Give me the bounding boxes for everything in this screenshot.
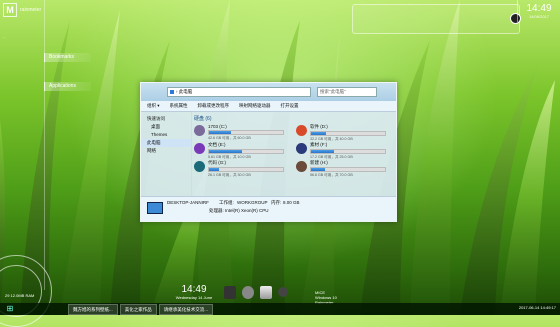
drive-usage-fill xyxy=(311,132,326,135)
drive-name: 文档 (E:) xyxy=(208,142,226,147)
skin-divider xyxy=(44,0,45,290)
drive-name: 软件 (D:) xyxy=(310,124,328,129)
drive-free-space: 26.1 GB 可用，共 30.0 GB xyxy=(208,173,251,177)
drive-grid: 1703 (C:) 42.6 GB 可用，共 60.0 GB 软件 (D:) 32.2… xyxy=(194,124,394,177)
command-bar: 组织 ▾ 系统属性 卸载或更改程序 映射网络驱动器 打开设置 xyxy=(141,101,396,112)
bookmarks-label: Bookmarks xyxy=(49,54,75,60)
pc-icon xyxy=(170,90,174,94)
search-input[interactable]: 搜索"此电脑" xyxy=(317,87,377,97)
tray-clock: 2017-06-14 14:49:17 xyxy=(518,305,556,310)
drive-icon xyxy=(194,161,205,172)
drive-usage-fill xyxy=(209,150,243,153)
left-skin-text: ... xyxy=(3,34,7,39)
drive-info: 新建 (H:) 56.6 GB 可用，共 70.0 GB xyxy=(310,160,386,177)
drive-info: 软件 (D:) 32.2 GB 可用，共 40.0 GB xyxy=(310,124,386,141)
navigation-pane: 快速访问 桌面 Themes 此电脑 网络 xyxy=(141,112,192,198)
nav-desktop[interactable]: 桌面 xyxy=(141,123,191,131)
nav-this-pc[interactable]: 此电脑 xyxy=(141,139,191,147)
dock-time: 14:49 xyxy=(181,283,207,295)
media-player-icon[interactable] xyxy=(278,287,288,297)
drive-tile[interactable]: 文档 (E:) 5.61 GB 可用，共 10.0 GB xyxy=(194,142,284,159)
drive-icon xyxy=(194,125,205,136)
top-widget xyxy=(352,4,521,34)
drive-usage-bar xyxy=(310,149,386,154)
nav-themes[interactable]: Themes xyxy=(141,131,191,139)
nav-quick-access[interactable]: 快速访问 xyxy=(141,115,191,123)
clock-date: 14/06/2017 xyxy=(528,14,550,19)
drive-tile[interactable]: 素材 (F:) 17.2 GB 可用，共 25.0 GB xyxy=(296,142,386,159)
ram-readout: 29 12.0MB RAM xyxy=(5,293,35,298)
drive-icon xyxy=(194,143,205,154)
address-text: › 此电脑 xyxy=(176,89,193,94)
workgroup-value: WORKGROUP xyxy=(237,200,268,205)
section-title: 硬盘 (6) xyxy=(194,116,212,122)
drive-info: 1703 (C:) 42.6 GB 可用，共 60.0 GB xyxy=(208,124,284,140)
logo-mark: M xyxy=(3,3,17,17)
drive-usage-bar xyxy=(310,167,386,172)
drive-usage-bar xyxy=(208,149,284,154)
taskbar: ⊞ 魏方旭的系列壁纸... 美化之家作品 请继承美化技术交流... 2017-0… xyxy=(0,303,560,315)
drive-tile[interactable]: 1703 (C:) 42.6 GB 可用，共 60.0 GB xyxy=(194,124,284,140)
explorer-window: › 此电脑 搜索"此电脑" 组织 ▾ 系统属性 卸载或更改程序 映射网络驱动器 … xyxy=(140,82,397,222)
cpu-value: Intel(R) Xeon(R) CPU xyxy=(225,208,269,213)
drive-info: 代码 (G:) 26.1 GB 可用，共 30.0 GB xyxy=(208,160,284,177)
drive-tile[interactable]: 代码 (G:) 26.1 GB 可用，共 30.0 GB xyxy=(194,160,284,177)
applications-label: Applications xyxy=(49,83,76,89)
system-properties-button[interactable]: 系统属性 xyxy=(170,103,188,109)
drive-tile[interactable]: 新建 (H:) 56.6 GB 可用，共 70.0 GB xyxy=(296,160,386,177)
dock-date: Wednesday 14 June xyxy=(175,294,213,300)
drive-name: 新建 (H:) xyxy=(310,160,328,165)
dock-clock: 14:49 Wednesday 14 June xyxy=(170,283,218,300)
app-icon[interactable] xyxy=(224,285,236,299)
drive-free-space: 42.6 GB 可用，共 60.0 GB xyxy=(208,136,251,140)
cpu-label: 处理器: xyxy=(209,208,224,213)
memory-value: 8.00 GB xyxy=(283,200,300,205)
drive-info: 素材 (F:) 17.2 GB 可用，共 25.0 GB xyxy=(310,142,386,159)
bookmarks-button[interactable]: Bookmarks xyxy=(44,53,91,62)
drive-usage-fill xyxy=(311,168,326,171)
drives-view: 硬盘 (6) 1703 (C:) 42.6 GB 可用，共 60.0 GB 软件 (… xyxy=(194,115,394,177)
browser-icon[interactable] xyxy=(242,285,254,299)
computer-icon xyxy=(147,202,163,214)
nav-network[interactable]: 网络 xyxy=(141,147,191,155)
computer-name: DESKTOP-JANNIRF xyxy=(167,200,209,205)
drive-usage-fill xyxy=(311,150,334,153)
organize-button[interactable]: 组织 ▾ xyxy=(147,103,160,109)
drive-name: 素材 (F:) xyxy=(310,142,328,147)
drive-usage-bar xyxy=(310,131,386,136)
taskbar-item[interactable]: 魏方旭的系列壁纸... xyxy=(68,303,118,315)
memory-label: 内存: xyxy=(271,200,282,205)
drive-name: 1703 (C:) xyxy=(208,124,227,129)
dock: 14:49 Wednesday 14 June xyxy=(170,283,288,301)
docs-icon[interactable] xyxy=(260,285,272,299)
map-drive-button[interactable]: 映射网络驱动器 xyxy=(239,103,271,109)
logo-text: rainmeter xyxy=(20,7,42,13)
uninstall-button[interactable]: 卸载或更改程序 xyxy=(198,103,230,109)
open-settings-button[interactable]: 打开设置 xyxy=(281,103,299,109)
clock-time: 14:49 xyxy=(526,3,552,14)
details-pane: DESKTOP-JANNIRF 工作组: WORKGROUP 内存: 8.00 … xyxy=(141,196,396,221)
drive-usage-fill xyxy=(209,131,232,134)
taskbar-item[interactable]: 美化之家作品 xyxy=(119,303,157,315)
workgroup-label: 工作组: xyxy=(219,200,234,205)
drive-icon xyxy=(296,125,307,136)
drive-usage-bar xyxy=(208,130,284,135)
drive-icon xyxy=(296,143,307,154)
drive-icon xyxy=(296,161,307,172)
drive-free-space: 56.6 GB 可用，共 70.0 GB xyxy=(310,173,353,177)
start-button[interactable]: ⊞ xyxy=(0,303,20,315)
rainmeter-logo: M rainmeter xyxy=(3,3,41,17)
applications-button[interactable]: Applications xyxy=(44,82,91,91)
desktop-clock: 14:49 14/06/2017 xyxy=(517,0,560,22)
address-bar[interactable]: › 此电脑 xyxy=(167,87,311,97)
drive-usage-bar xyxy=(208,167,284,172)
drive-info: 文档 (E:) 5.61 GB 可用，共 10.0 GB xyxy=(208,142,284,159)
drive-usage-fill xyxy=(209,168,219,171)
drive-name: 代码 (G:) xyxy=(208,160,226,165)
window-titlebar: › 此电脑 搜索"此电脑" xyxy=(141,83,396,101)
taskbar-item[interactable]: 请继承美化技术交流... xyxy=(158,303,213,315)
drive-tile[interactable]: 软件 (D:) 32.2 GB 可用，共 40.0 GB xyxy=(296,124,386,141)
